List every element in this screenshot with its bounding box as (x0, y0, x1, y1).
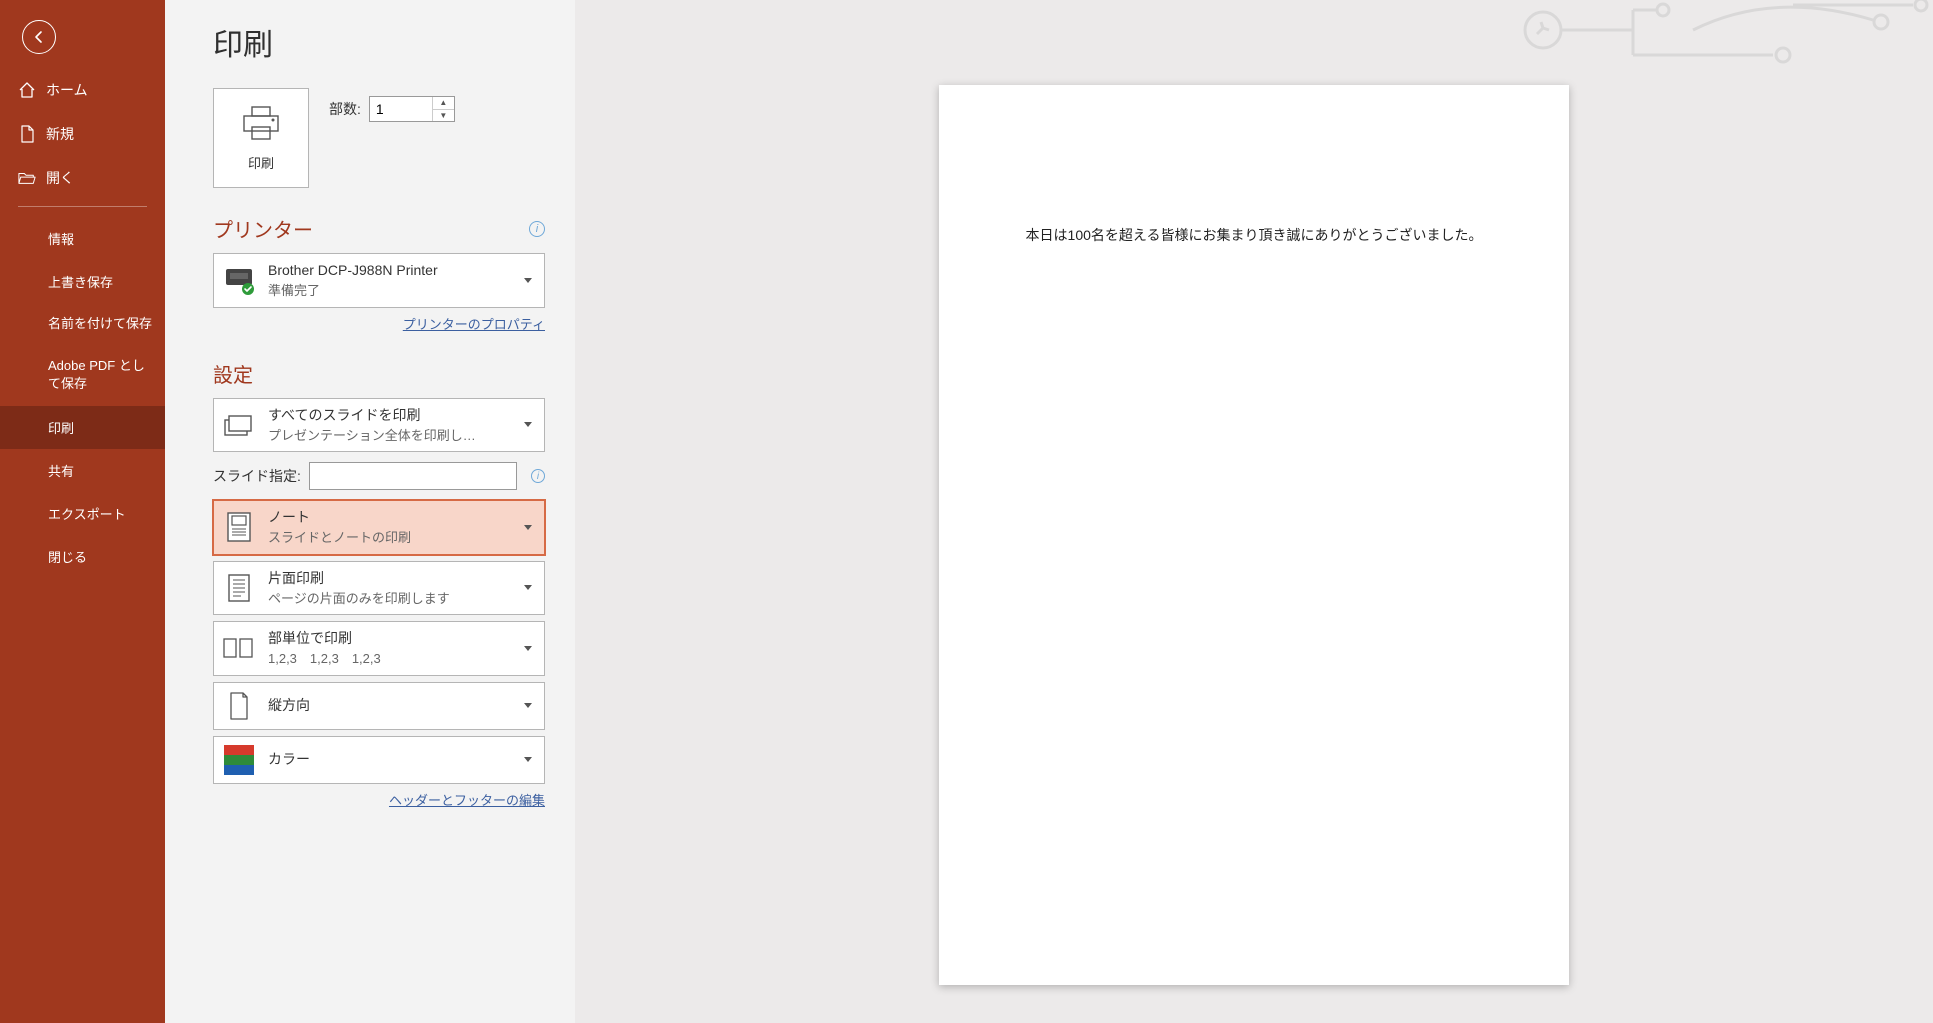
portrait-icon (222, 689, 256, 723)
printer-name: Brother DCP-J988N Printer (268, 260, 512, 281)
sidebar-item-home[interactable]: ホーム (0, 68, 165, 112)
printer-icon (240, 105, 282, 143)
chevron-down-icon (524, 585, 532, 590)
arrow-left-icon (31, 29, 47, 45)
copies-input[interactable] (370, 97, 432, 121)
sidebar-item-label: ホーム (46, 80, 88, 100)
copies-up-button[interactable]: ▲ (433, 97, 454, 110)
info-icon[interactable]: i (529, 221, 545, 237)
home-icon (18, 81, 36, 99)
sidebar-item-new[interactable]: 新規 (0, 112, 165, 156)
preview-body-text: 本日は100名を超える皆様にお集まり頂き誠にありがとうございました。 (979, 225, 1529, 245)
print-options-pane: 印刷 印刷 部数: ▲ (165, 0, 575, 1023)
settings-section-header: 設定 (213, 359, 545, 388)
sidebar-item-overwrite-save[interactable]: 上書き保存 (0, 260, 165, 303)
backstage-sidebar: ホーム 新規 開く 情報 上書き保存 名前を付けて保存 Adobe PDF とし… (0, 0, 165, 1023)
sidebar-item-share[interactable]: 共有 (0, 449, 165, 492)
color-title: カラー (268, 749, 512, 770)
back-button[interactable] (22, 20, 56, 54)
sidebar-item-print[interactable]: 印刷 (0, 406, 165, 449)
sidebar-item-adobe-pdf[interactable]: Adobe PDF として保存 (0, 345, 165, 405)
sidebar-item-export[interactable]: エクスポート (0, 492, 165, 535)
sidebar-item-open[interactable]: 開く (0, 156, 165, 200)
print-preview-pane: 本日は100名を超える皆様にお集まり頂き誠にありがとうございました。 (575, 0, 1933, 1023)
chevron-down-icon (524, 278, 532, 283)
print-layout-selector[interactable]: ノート スライドとノートの印刷 (213, 500, 545, 555)
single-side-icon (222, 571, 256, 605)
sidebar-item-close[interactable]: 閉じる (0, 535, 165, 578)
sidebar-item-label: Adobe PDF として保存 (48, 357, 153, 393)
collate-sub: 1,2,3 1,2,3 1,2,3 (268, 649, 512, 669)
notes-layout-icon (222, 510, 256, 544)
copies-down-button[interactable]: ▼ (433, 110, 454, 122)
info-icon[interactable]: i (531, 469, 545, 483)
sidebar-item-label: エクスポート (48, 504, 126, 523)
print-range-sub: プレゼンテーション全体を印刷し… (268, 426, 512, 446)
orientation-title: 縦方向 (268, 695, 512, 716)
main-panel: 印刷 印刷 部数: ▲ (165, 0, 1933, 1023)
sidebar-item-label: 共有 (48, 461, 74, 480)
orientation-selector[interactable]: 縦方向 (213, 682, 545, 730)
header-footer-link[interactable]: ヘッダーとフッターの編集 (389, 793, 545, 808)
chevron-down-icon (524, 422, 532, 427)
print-range-title: すべてのスライドを印刷 (268, 405, 512, 426)
sidebar-item-label: 閉じる (48, 547, 87, 566)
document-icon (18, 125, 36, 143)
collate-title: 部単位で印刷 (268, 628, 512, 649)
sidebar-item-label: 開く (46, 168, 74, 188)
print-button-label: 印刷 (248, 153, 274, 172)
sidebar-item-label: 印刷 (48, 418, 74, 437)
sidebar-item-label: 上書き保存 (48, 272, 113, 291)
chevron-down-icon (524, 757, 532, 762)
printer-section-header: プリンター i (213, 214, 545, 243)
copies-label: 部数: (329, 99, 361, 119)
chevron-down-icon (524, 525, 532, 530)
layout-sub: スライドとノートの印刷 (268, 528, 512, 548)
chevron-down-icon (524, 703, 532, 708)
printer-properties-link[interactable]: プリンターのプロパティ (403, 317, 545, 332)
printer-status: 準備完了 (268, 281, 512, 301)
color-icon (222, 743, 256, 777)
side-sub: ページの片面のみを印刷します (268, 589, 512, 609)
sidebar-divider (18, 206, 147, 207)
sidebar-item-info[interactable]: 情報 (0, 217, 165, 260)
printer-selector[interactable]: Brother DCP-J988N Printer 準備完了 (213, 253, 545, 308)
preview-page: 本日は100名を超える皆様にお集まり頂き誠にありがとうございました。 (939, 85, 1569, 985)
sidebar-item-save-as[interactable]: 名前を付けて保存 (0, 303, 165, 345)
sidebar-item-label: 名前を付けて保存 (48, 315, 152, 333)
copies-spinner[interactable]: ▲ ▼ (369, 96, 455, 122)
slides-range-label: スライド指定: (213, 466, 301, 486)
slides-stack-icon (222, 408, 256, 442)
page-title: 印刷 (213, 20, 545, 64)
layout-title: ノート (268, 507, 512, 528)
collate-selector[interactable]: 部単位で印刷 1,2,3 1,2,3 1,2,3 (213, 621, 545, 676)
printer-section-title: プリンター (213, 214, 313, 243)
slides-range-input[interactable] (309, 462, 517, 490)
sidebar-item-label: 新規 (46, 124, 74, 144)
collate-icon (222, 631, 256, 665)
side-title: 片面印刷 (268, 568, 512, 589)
print-range-selector[interactable]: すべてのスライドを印刷 プレゼンテーション全体を印刷し… (213, 398, 545, 453)
print-button[interactable]: 印刷 (213, 88, 309, 188)
folder-open-icon (18, 169, 36, 187)
print-side-selector[interactable]: 片面印刷 ページの片面のみを印刷します (213, 561, 545, 616)
sidebar-item-label: 情報 (48, 229, 74, 248)
settings-section-title: 設定 (213, 359, 253, 388)
color-selector[interactable]: カラー (213, 736, 545, 784)
printer-ready-icon (222, 263, 256, 297)
chevron-down-icon (524, 646, 532, 651)
